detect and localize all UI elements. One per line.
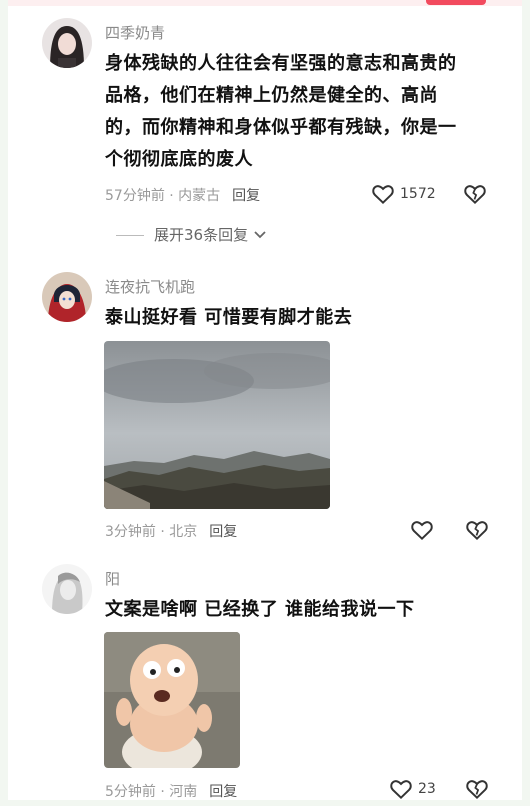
time-location: 3分钟前 · 北京 xyxy=(105,524,198,540)
top-accent-bar xyxy=(426,0,486,5)
heart-outline-icon[interactable] xyxy=(370,181,396,207)
time-location: 57分钟前 · 内蒙古 xyxy=(105,188,221,204)
top-strip xyxy=(8,0,522,6)
comment-text: 身体残缺的人往往会有坚强的意志和高贵的 品格，他们在精神上仍然是健全的、高尚 的… xyxy=(105,48,457,176)
avatar[interactable] xyxy=(42,18,92,68)
comment-line: 个彻彻底底的废人 xyxy=(105,149,253,170)
heart-outline-icon[interactable] xyxy=(388,776,414,802)
divider xyxy=(116,235,144,236)
comment-list: 四季奶青 身体残缺的人往往会有坚强的意志和高贵的 品格，他们在精神上仍然是健全的… xyxy=(8,0,522,800)
username[interactable]: 阳 xyxy=(105,568,120,589)
comment-text: 泰山挺好看 可惜要有脚才能去 xyxy=(105,307,353,328)
time-location: 5分钟前 · 河南 xyxy=(105,784,198,800)
comment-line: 品格，他们在精神上仍然是健全的、高尚 xyxy=(105,85,438,106)
chevron-down-icon xyxy=(253,226,267,244)
attached-photo[interactable] xyxy=(104,341,330,509)
username[interactable]: 连夜抗飞机跑 xyxy=(105,276,195,297)
avatar[interactable] xyxy=(42,272,92,322)
like-count: 23 xyxy=(418,781,436,797)
avatar[interactable] xyxy=(42,564,92,614)
attached-photo[interactable] xyxy=(104,632,240,768)
comment-line: 的，而你精神和身体似乎都有残缺，你是一 xyxy=(105,117,457,138)
reply-button[interactable]: 回复 xyxy=(209,524,237,540)
comment-meta: 3分钟前 · 北京 回复 xyxy=(105,521,237,541)
reply-button[interactable]: 回复 xyxy=(209,784,237,800)
broken-heart-icon[interactable] xyxy=(464,517,490,543)
reply-button[interactable]: 回复 xyxy=(232,188,260,204)
expand-label: 展开36条回复 xyxy=(154,226,249,244)
comment-line: 身体残缺的人往往会有坚强的意志和高贵的 xyxy=(105,53,457,74)
comment-meta: 5分钟前 · 河南 回复 xyxy=(105,781,237,801)
comment-text: 文案是啥啊 已经换了 谁能给我说一下 xyxy=(105,599,415,620)
comment-meta: 57分钟前 · 内蒙古 回复 xyxy=(105,185,260,205)
expand-replies-button[interactable]: 展开36条回复 xyxy=(116,224,267,245)
like-count: 1572 xyxy=(400,186,436,202)
broken-heart-icon[interactable] xyxy=(464,776,490,802)
heart-outline-icon[interactable] xyxy=(409,517,435,543)
broken-heart-icon[interactable] xyxy=(462,181,488,207)
username[interactable]: 四季奶青 xyxy=(105,22,165,43)
